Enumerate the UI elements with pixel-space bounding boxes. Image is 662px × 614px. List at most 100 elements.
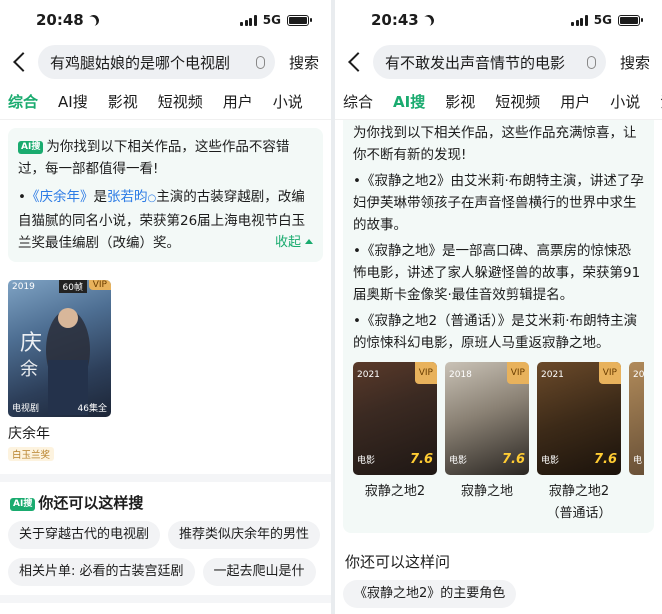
microphone-icon[interactable] [586, 55, 596, 69]
search-query[interactable]: 有不敢发出声音情节的电影 [385, 52, 581, 73]
award-tag: 白玉兰奖 [8, 447, 55, 461]
tab-2[interactable]: 影视 [445, 91, 475, 112]
battery-icon [287, 14, 312, 26]
search-button[interactable]: 搜索 [283, 52, 325, 73]
tab-0[interactable]: 综合 [343, 91, 373, 112]
poster-image[interactable]: 庆 余 2019 60帧 VIP 电视剧 46集全 [8, 280, 111, 417]
poster-item[interactable]: 2021 VIP 电影 7.6 寂静之地2 [353, 362, 437, 525]
category-tabs: 综合 AI搜 影视 短视频 用户 小说 [0, 84, 331, 120]
back-arrow-icon[interactable] [13, 52, 33, 72]
suggest-chips-row-2: 相关片单: 必看的古装宫廷剧 一起去爬山是什 [0, 558, 331, 586]
microphone-icon[interactable] [255, 55, 265, 69]
search-input[interactable]: 有鸡腿姑娘的是哪个电视剧 [38, 45, 275, 79]
svg-text:余: 余 [20, 359, 38, 380]
search-button[interactable]: 搜索 [614, 52, 656, 73]
poster-image[interactable]: 2018 VIP 电影 7.6 [445, 362, 529, 475]
poster-year: 2021 [541, 370, 564, 380]
poster-year: 20 [633, 370, 644, 380]
left-phone-screen: 20:48 5G 有鸡腿姑娘的是哪个电视剧 搜索 综合 AI搜 影视 短视频 用户 小说 … [0, 0, 331, 614]
search-row: 有不敢发出声音情节的电影 搜索 [335, 40, 662, 84]
poster-item[interactable]: 2018 VIP 电影 7.6 寂静之地 [445, 362, 529, 525]
suggest-chip[interactable]: 相关片单: 必看的古装宫廷剧 [8, 558, 195, 586]
work-title-link[interactable]: 《庆余年》 [26, 189, 94, 205]
status-bar: 20:48 5G [0, 0, 331, 40]
tab-1[interactable]: AI搜 [58, 91, 88, 112]
signal-icon [240, 14, 257, 26]
battery-icon [618, 14, 643, 26]
bullet-text-connector: 是 [93, 189, 107, 205]
suggest-chips: 《寂静之地2》的主要角色 [335, 580, 662, 608]
category-tabs: 综合AI搜影视短视频用户小说泊 [335, 84, 662, 120]
search-row: 有鸡腿姑娘的是哪个电视剧 搜索 [0, 40, 331, 84]
suggest-chip[interactable]: 一起去爬山是什 [202, 558, 316, 586]
vip-badge: VIP [506, 362, 529, 384]
tab-0[interactable]: 综合 [8, 91, 38, 112]
poster-score: 7.6 [409, 452, 433, 467]
ai-search-badge: AI搜 [18, 141, 44, 154]
tab-2[interactable]: 影视 [108, 91, 138, 112]
suggest-chips-row-1: 关于穿越古代的电视剧 推荐类似庆余年的男性 [0, 521, 331, 549]
tab-3[interactable]: 短视频 [495, 91, 540, 112]
tab-1[interactable]: AI搜 [393, 91, 425, 112]
status-bar: 20:43 5G [335, 0, 662, 40]
moon-icon [86, 12, 101, 27]
result-item[interactable]: 庆 余 2019 60帧 VIP 电视剧 46集全 庆余年 白玉兰奖 [0, 270, 331, 474]
result-title[interactable]: 寂静之地 [445, 481, 529, 503]
suggest-section-title: AI搜 你还可以这样搜 [0, 482, 331, 521]
tab-4[interactable]: 用户 [560, 91, 590, 112]
result-title[interactable]: 庆余年 [8, 423, 323, 443]
actor-link[interactable]: 张若昀 [107, 189, 148, 205]
poster-item[interactable]: 2021 VIP 电影 7.6 寂静之地2（普通话） [537, 362, 621, 525]
collapse-button[interactable]: 收起 [275, 232, 313, 254]
suggest-chip[interactable]: 《寂静之地2》的主要角色 [343, 580, 517, 608]
vip-badge: VIP [88, 280, 111, 290]
poster-image[interactable]: 20 电 [629, 362, 644, 475]
search-query[interactable]: 有鸡腿姑娘的是哪个电视剧 [50, 52, 250, 73]
tab-5[interactable]: 小说 [610, 91, 640, 112]
poster-category: 电视剧 [12, 404, 40, 414]
vip-badge: VIP [598, 362, 621, 384]
ai-answer-card: 为你找到以下相关作品，这些作品充满惊喜，让你不断有新的发现! •《寂静之地2》由… [343, 120, 654, 533]
poster-category: 电影 [357, 456, 376, 466]
ai-bullet: •《寂静之地2（普通话）》是艾米莉·布朗特主演的惊悚科幻电影，原班人马重返寂静之… [353, 313, 638, 351]
result-title[interactable]: 寂 [629, 481, 644, 503]
poster-image[interactable]: 2021 VIP 电影 7.6 [353, 362, 437, 475]
comparison-screenshot: 20:48 5G 有鸡腿姑娘的是哪个电视剧 搜索 综合 AI搜 影视 短视频 用户 小说 … [0, 0, 662, 614]
person-icon: ○ [147, 193, 157, 204]
vip-badge: VIP [414, 362, 437, 384]
suggest-section-title: 你还可以这样问 [345, 553, 451, 571]
signal-icon [571, 14, 588, 26]
suggest-title-text: 你还可以这样搜 [38, 494, 144, 512]
suggest-chip[interactable]: 推荐类似庆余年的男性 [168, 521, 321, 549]
poster-score: 7.6 [593, 452, 617, 467]
result-title[interactable]: 寂静之地2（普通话） [537, 481, 621, 525]
poster-score: 7.6 [501, 452, 525, 467]
ai-search-badge-2: AI搜 [10, 498, 36, 511]
poster-year: 2021 [357, 370, 380, 380]
poster-item[interactable]: 20 电寂 [629, 362, 644, 525]
tab-4[interactable]: 用户 [223, 91, 253, 112]
back-arrow-icon[interactable] [348, 52, 368, 72]
section-divider [0, 474, 331, 482]
ai-intro-text: 为你找到以下相关作品，这些作品不容错过，每一部都值得一看! [18, 139, 290, 177]
poster-category: 电 [633, 456, 643, 466]
poster-year: 2019 [12, 282, 35, 292]
network-label: 5G [262, 13, 281, 27]
poster-year: 2018 [449, 370, 472, 380]
right-phone-screen: 20:43 5G 有不敢发出声音情节的电影 搜索 综合AI搜影视短视频用户小说泊… [335, 0, 662, 614]
status-time: 20:43 [371, 11, 419, 29]
poster-category: 电影 [449, 456, 468, 466]
tab-5[interactable]: 小说 [273, 91, 303, 112]
ai-intro-text: 为你找到以下相关作品，这些作品充满惊喜，让你不断有新的发现! [353, 125, 637, 163]
ai-answer-card: AI搜 为你找到以下相关作品，这些作品不容错过，每一部都值得一看! •《庆余年》是… [8, 128, 323, 262]
poster-row: 2021 VIP 电影 7.6 寂静之地2 2018 VIP 电影 7.6 寂静之地 2021 VIP… [353, 362, 644, 525]
poster-image[interactable]: 2021 VIP 电影 7.6 [537, 362, 621, 475]
poster-episodes: 46集全 [77, 404, 107, 414]
search-input[interactable]: 有不敢发出声音情节的电影 [373, 45, 606, 79]
svg-text:庆: 庆 [20, 331, 42, 356]
poster-artwork: 庆 余 [20, 308, 90, 415]
suggest-chip[interactable]: 关于穿越古代的电视剧 [8, 521, 161, 549]
ai-bullets: •《寂静之地2》由艾米莉·布朗特主演，讲述了孕妇伊芙琳带领孩子在声音怪兽横行的世… [353, 170, 644, 354]
result-title[interactable]: 寂静之地2 [353, 481, 437, 503]
tab-3[interactable]: 短视频 [158, 91, 203, 112]
